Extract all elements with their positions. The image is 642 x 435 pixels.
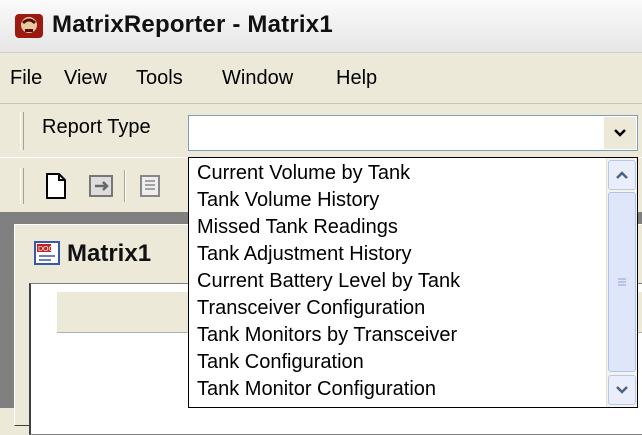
dropdown-option-monitor-config[interactable]: Tank Monitor Configuration: [197, 378, 436, 401]
scroll-down-button[interactable]: [608, 375, 636, 405]
report-button[interactable]: [134, 170, 166, 202]
export-button[interactable]: [86, 170, 118, 202]
toolbar-separator: [124, 170, 126, 202]
scroll-up-button[interactable]: [608, 160, 636, 190]
report-type-bar: Report Type: [0, 104, 642, 156]
document-doc-icon: DOC: [33, 239, 61, 267]
chevron-down-icon: [614, 129, 626, 137]
window-title: MatrixReporter - Matrix1: [52, 11, 333, 38]
dropdown-option-monitors-by-transceiver[interactable]: Tank Monitors by Transceiver: [197, 324, 457, 347]
menu-bar: File View Tools Window Help: [0, 53, 642, 104]
scroll-thumb[interactable]: [608, 192, 636, 372]
combo-dropdown-button[interactable]: [604, 117, 636, 149]
new-document-button[interactable]: [40, 170, 72, 202]
dropdown-option-adjustment-history[interactable]: Tank Adjustment History: [197, 243, 412, 266]
child-window-title: Matrix1: [67, 240, 152, 267]
new-document-icon: [46, 173, 66, 199]
menu-help[interactable]: Help: [336, 67, 377, 90]
menu-file[interactable]: File: [10, 67, 42, 90]
report-icon: [140, 175, 160, 197]
report-type-label: Report Type: [42, 116, 151, 138]
title-bar[interactable]: MatrixReporter - Matrix1: [0, 0, 642, 53]
report-type-dropdown-list[interactable]: Current Volume by Tank Tank Volume Histo…: [188, 157, 638, 408]
dropdown-option-missed-readings[interactable]: Missed Tank Readings: [197, 216, 398, 239]
dropdown-option-current-volume[interactable]: Current Volume by Tank: [197, 162, 410, 185]
dropdown-option-volume-history[interactable]: Tank Volume History: [197, 189, 379, 212]
dropdown-option-transceiver-config[interactable]: Transceiver Configuration: [197, 297, 425, 320]
matrix-logo-icon: [14, 11, 44, 41]
dropdown-option-battery-level[interactable]: Current Battery Level by Tank: [197, 270, 460, 293]
svg-text:DOC: DOC: [38, 246, 54, 253]
menu-tools[interactable]: Tools: [136, 67, 183, 90]
toolbar-grip[interactable]: [20, 112, 24, 150]
dropdown-option-tank-config[interactable]: Tank Configuration: [197, 351, 364, 374]
menu-view[interactable]: View: [64, 67, 107, 90]
chevron-up-icon: [616, 171, 628, 179]
export-icon: [89, 175, 113, 197]
chevron-down-icon: [616, 386, 628, 394]
dropdown-scrollbar[interactable]: [606, 158, 637, 407]
menu-window[interactable]: Window: [222, 67, 293, 90]
report-type-combobox[interactable]: [188, 115, 638, 151]
grip-lines-icon: [618, 278, 626, 286]
toolbar-grip[interactable]: [20, 168, 24, 204]
